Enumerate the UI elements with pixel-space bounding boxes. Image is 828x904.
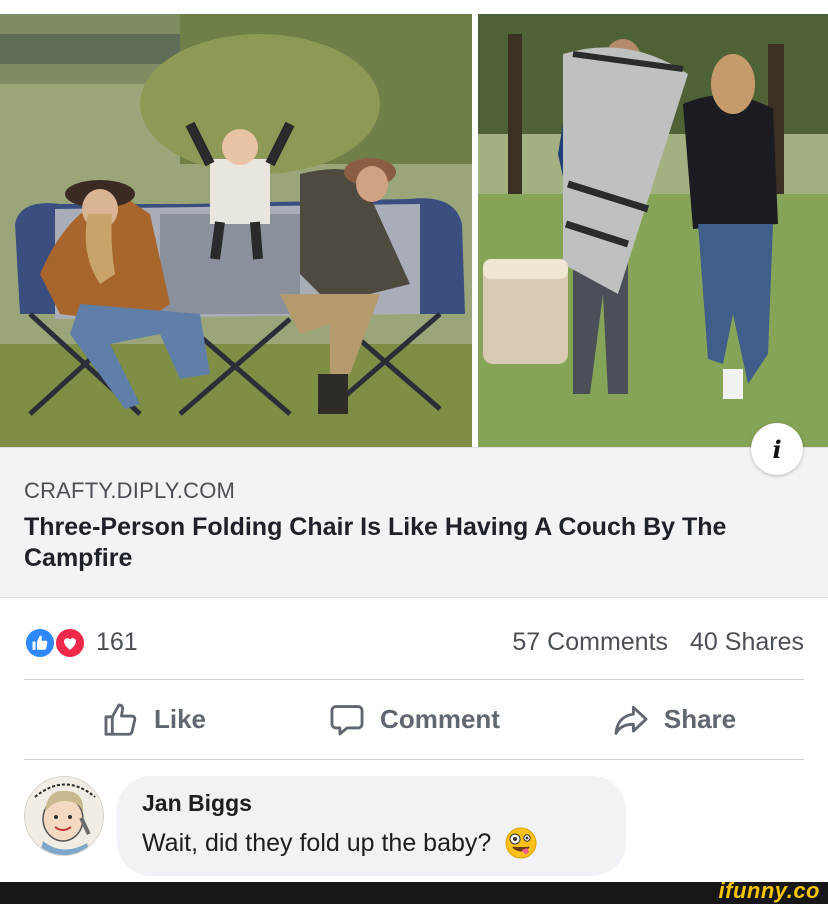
ifunny-watermark: ifunny.co [718, 878, 820, 903]
info-icon[interactable]: i [751, 423, 803, 475]
avatar[interactable] [24, 776, 104, 856]
share-arrow-icon [614, 705, 648, 735]
reaction-count[interactable]: 161 [96, 628, 138, 657]
love-reaction-icon [54, 627, 86, 659]
comment: Jan Biggs Wait, did they fold up the bab… [24, 774, 804, 878]
divider [24, 759, 804, 760]
comment-bubble[interactable]: Jan Biggs Wait, did they fold up the bab… [117, 776, 626, 876]
comment-button[interactable]: Comment [284, 680, 544, 759]
footer-bar: ifunny.co [0, 878, 828, 904]
like-reaction-icon [24, 627, 56, 659]
post-actions: Like Comment Share [24, 680, 804, 759]
comment-bubble-icon [330, 704, 364, 735]
reaction-icons[interactable] [24, 625, 90, 659]
share-label: Share [663, 704, 737, 734]
comment-author[interactable]: Jan Biggs [142, 790, 600, 817]
link-title[interactable]: Three-Person Folding Chair Is Like Havin… [24, 512, 794, 574]
photo-couple-carrying-chair [478, 14, 828, 447]
comments-count[interactable]: 57 Comments [512, 628, 668, 657]
link-preview[interactable]: CRAFTY.DIPLY.COM Three-Person Folding Ch… [0, 447, 828, 598]
comment-text: Wait, did they fold up the baby? [142, 828, 492, 857]
shares-count[interactable]: 40 Shares [690, 628, 804, 657]
comment-label: Comment [380, 704, 500, 734]
share-button[interactable]: Share [544, 680, 804, 759]
link-domain: CRAFTY.DIPLY.COM [24, 478, 236, 503]
zany-face-emoji-icon [505, 827, 537, 859]
post-stats: 161 57 Comments 40 Shares [24, 620, 804, 664]
comment-text-row: Wait, did they fold up the baby? [142, 827, 600, 859]
like-label: Like [153, 704, 207, 734]
like-button[interactable]: Like [24, 680, 284, 759]
thumbs-up-icon [104, 703, 137, 736]
photo-family-camp-chair [0, 14, 472, 447]
post-image[interactable] [0, 14, 828, 447]
